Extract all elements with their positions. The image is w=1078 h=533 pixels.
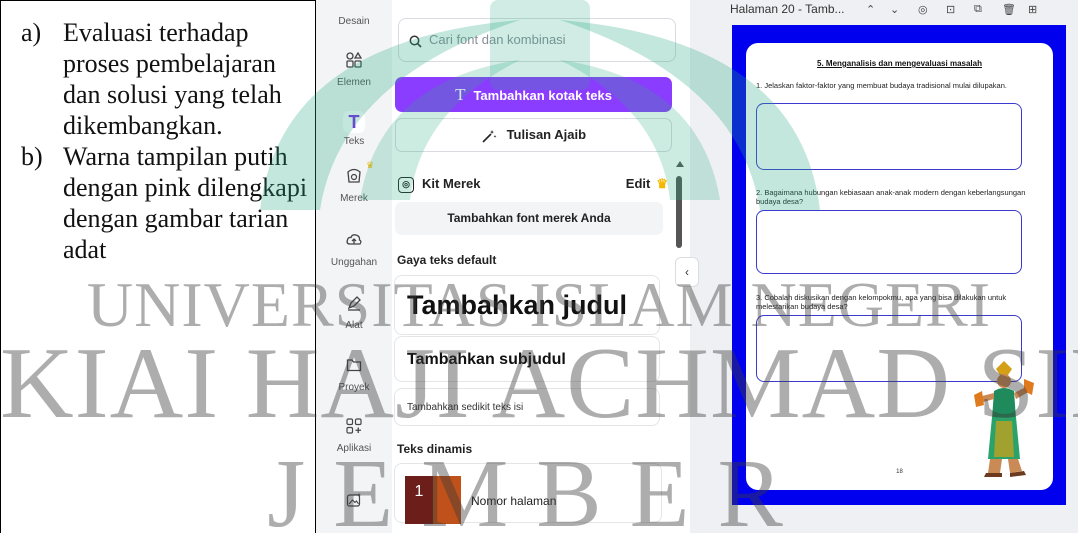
sidebar-rail: Desain Elemen T Teks ♛ Merek Unggahan Al… xyxy=(316,0,392,533)
worksheet-question: 2. Bagaimana hubungan kebiasaan anak-ana… xyxy=(756,188,1026,206)
sidebar-item-apps[interactable]: Aplikasi xyxy=(316,418,392,454)
worksheet-page[interactable]: 5. Menganalisis dan mengevaluasi masalah… xyxy=(746,43,1053,490)
panel-scrollbar[interactable] xyxy=(676,176,682,248)
sidebar-item-label: Alat xyxy=(345,320,363,331)
worksheet-question: 1. Jelaskan faktor-faktor yang membuat b… xyxy=(756,81,1007,90)
traditional-dancer-image xyxy=(974,361,1034,477)
brand-kit-icon: ◎ xyxy=(398,176,414,193)
list-item-text: Warna tampilan putih dengan pink dilengk… xyxy=(63,142,308,264)
sidebar-item-label: Unggahan xyxy=(330,257,378,268)
edit-brand-kit-button[interactable]: Edit ♛ xyxy=(626,176,668,192)
page-title[interactable]: Halaman 20 - Tamb... xyxy=(730,2,845,16)
document-list: a) Evaluasi terhadap proses pembelajaran… xyxy=(21,17,311,265)
sidebar-item-draw[interactable]: Alat xyxy=(316,295,392,331)
list-item: b) Warna tampilan putih dengan pink dile… xyxy=(21,141,311,265)
sidebar-item-design[interactable]: Desain xyxy=(316,16,392,27)
hide-icon[interactable]: ◎ xyxy=(918,3,928,16)
magic-write-button[interactable]: Tulisan Ajaib xyxy=(395,118,672,152)
elements-icon xyxy=(343,51,365,74)
text-icon: T xyxy=(455,85,466,104)
list-item-text: Evaluasi terhadap proses pembelajaran da… xyxy=(63,18,282,140)
sidebar-item-projects[interactable]: Proyek xyxy=(316,357,392,393)
page-number-card[interactable]: 1 Nomor halaman xyxy=(394,463,662,524)
answer-box[interactable] xyxy=(756,103,1022,170)
upload-icon xyxy=(343,232,365,254)
page-toolbar: Halaman 20 - Tamb... ⌃ ⌄ ◎ ⊡ ⧉ 🗑 ⊞ xyxy=(730,0,1078,18)
search-icon xyxy=(409,19,422,61)
add-body-text-button[interactable]: Tambahkan sedikit teks isi xyxy=(394,388,660,426)
sidebar-item-more[interactable] xyxy=(316,492,392,517)
brand-kit-label: Kit Merek xyxy=(422,176,481,191)
add-textbox-button[interactable]: T Tambahkan kotak teks xyxy=(395,77,672,112)
text-panel: Cari font dan kombinasi T Tambahkan kotak… xyxy=(392,0,690,533)
document-table-cell: a) Evaluasi terhadap proses pembelajaran… xyxy=(0,0,316,533)
collapse-panel-button[interactable]: ‹ xyxy=(675,257,699,287)
worksheet-page-number: 18 xyxy=(896,469,903,475)
answer-box[interactable] xyxy=(756,210,1022,274)
apps-icon xyxy=(343,418,365,440)
lock-icon[interactable]: ⊡ xyxy=(946,3,955,16)
sidebar-item-label: Desain xyxy=(338,16,370,27)
duplicate-icon[interactable]: ⧉ xyxy=(974,3,982,16)
brand-icon xyxy=(343,168,365,190)
list-item: a) Evaluasi terhadap proses pembelajaran… xyxy=(21,17,311,141)
chevron-down-icon[interactable]: ⌄ xyxy=(890,3,899,16)
add-heading-button[interactable]: Tambahkan judul xyxy=(394,275,660,335)
crown-icon: ♛ xyxy=(656,176,668,191)
sidebar-item-label: Aplikasi xyxy=(336,443,372,454)
worksheet-question: 3. Cobalah diskusikan dengan kelompokmu,… xyxy=(756,293,1007,311)
sidebar-item-label: Merek xyxy=(340,193,368,204)
search-placeholder: Cari font dan kombinasi xyxy=(429,32,566,47)
chevron-up-icon[interactable]: ⌃ xyxy=(866,3,875,16)
sidebar-item-brand[interactable]: Merek xyxy=(316,168,392,204)
canva-screenshot: Desain Elemen T Teks ♛ Merek Unggahan Al… xyxy=(316,0,1078,533)
search-input[interactable]: Cari font dan kombinasi xyxy=(398,18,676,62)
sidebar-item-label: Elemen xyxy=(337,77,371,88)
text-icon: T xyxy=(343,111,365,133)
sidebar-item-elements[interactable]: Elemen xyxy=(316,51,392,88)
sidebar-item-uploads[interactable]: Unggahan xyxy=(316,232,392,268)
brand-kit-row: ◎ Kit Merek Edit ♛ xyxy=(398,176,668,196)
sidebar-item-label: Teks xyxy=(343,136,365,147)
add-page-icon[interactable]: ⊞ xyxy=(1028,3,1037,16)
add-subheading-button[interactable]: Tambahkan subjudul xyxy=(394,336,660,382)
page-number-glyph: 1 xyxy=(405,476,433,524)
magic-media-icon xyxy=(343,492,365,514)
delete-icon[interactable]: 🗑 xyxy=(1002,3,1016,16)
magic-write-label: Tulisan Ajaib xyxy=(506,127,587,142)
add-textbox-label: Tambahkan kotak teks xyxy=(473,88,612,103)
scroll-up-arrow[interactable] xyxy=(676,161,684,167)
list-marker: a) xyxy=(21,18,42,47)
magic-wand-icon xyxy=(481,127,501,143)
page-number-label: Nomor halaman xyxy=(471,494,557,508)
add-brand-font-button[interactable]: Tambahkan font merek Anda xyxy=(395,202,663,235)
list-marker: b) xyxy=(21,142,43,171)
sidebar-item-text[interactable]: T Teks xyxy=(316,111,392,147)
draw-icon xyxy=(343,295,365,317)
folder-icon xyxy=(343,357,365,379)
sidebar-item-label: Proyek xyxy=(338,382,370,393)
default-styles-heading: Gaya teks default xyxy=(397,253,497,267)
worksheet-title: 5. Menganalisis dan mengevaluasi masalah xyxy=(817,59,982,68)
chevron-left-icon: ‹ xyxy=(685,265,689,279)
dynamic-text-heading: Teks dinamis xyxy=(397,442,473,456)
page-number-thumbnail: 1 xyxy=(405,476,461,524)
